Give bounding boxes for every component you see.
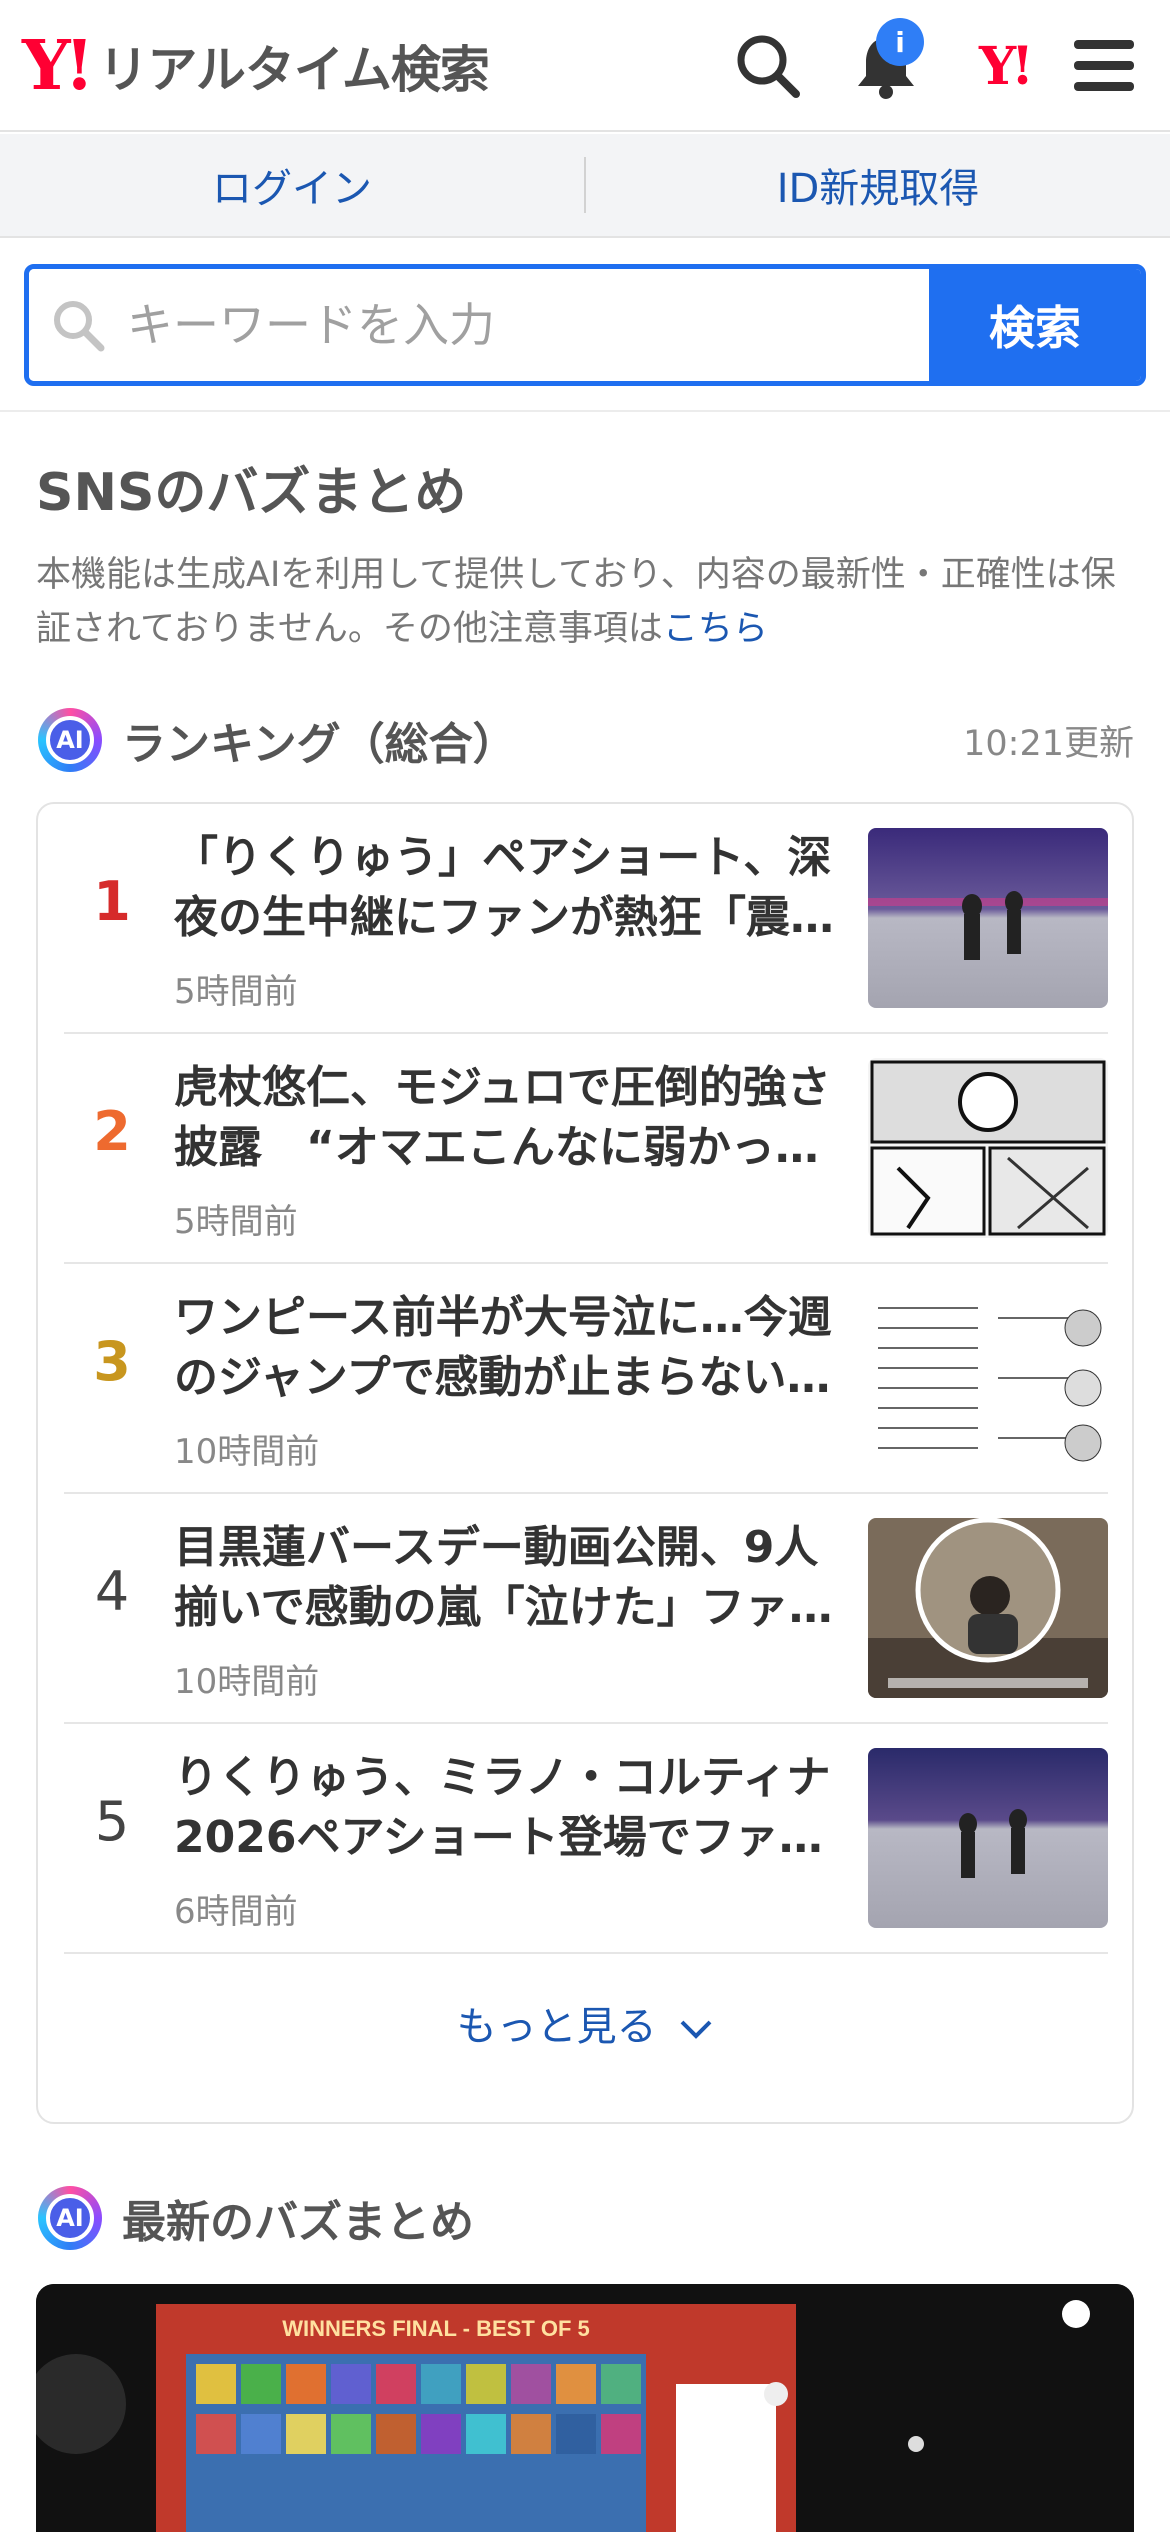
ranking-item-title[interactable]: りくりゅう、ミラノ・コルティナ2026ペアショート登場でファ… xyxy=(174,1748,854,1868)
rank-number: 2 xyxy=(93,1100,131,1163)
ranking-item[interactable]: 5 りくりゅう、ミラノ・コルティナ2026ペアショート登場でファ… 6時間前 xyxy=(64,1724,1108,1954)
ranking-thumbnail-skating[interactable] xyxy=(868,828,1108,1008)
ranking-item[interactable]: 2 虎杖悠仁、モジュロで圧倒的強さ披露 “オマエこんなに弱かっ… 5時間前 xyxy=(64,1034,1108,1264)
ranking-title: ランキング（総合） xyxy=(122,719,517,770)
ranking-item-time: 10時間前 xyxy=(174,1432,320,1472)
ranking-thumbnail-manga[interactable] xyxy=(868,1058,1108,1238)
yahoo-mini-mark: Y! xyxy=(979,35,1034,97)
show-more-button[interactable]: もっと見る xyxy=(38,1994,1132,2052)
yahoo-logo-mark: Y! xyxy=(22,26,94,106)
ai-icon-label: AI xyxy=(46,716,94,764)
chevron-down-icon xyxy=(680,2020,712,2039)
search-input[interactable] xyxy=(127,298,929,352)
ranking-thumbnail-jump-contents[interactable] xyxy=(868,1288,1108,1468)
ranking-thumbnail-birthday-video[interactable] xyxy=(868,1518,1108,1698)
ranking-card: 1 「りくりゅう」ペアショート、深夜の生中継にファンが熱狂「震… 5時間前 2 … xyxy=(36,802,1134,2124)
search-button[interactable]: 検索 xyxy=(929,269,1141,381)
register-id-link[interactable]: ID新規取得 xyxy=(586,156,1170,214)
rank-number: 4 xyxy=(94,1560,130,1623)
yahoo-home-icon[interactable]: Y! xyxy=(966,28,1042,104)
search-field-icon xyxy=(29,298,127,352)
ranking-updated-time: 10:21更新 xyxy=(963,723,1134,764)
rank-number: 3 xyxy=(93,1330,131,1393)
rank-number: 1 xyxy=(93,870,131,933)
ranking-item[interactable]: 3 ワンピース前半が大号泣に…今週のジャンプで感動が止まらない… 10時間前 xyxy=(64,1264,1108,1494)
show-more-label: もっと見る xyxy=(456,2004,657,2050)
ai-icon: AI xyxy=(38,708,102,772)
app-header: Y! リアルタイム検索 i Y! xyxy=(0,0,1170,132)
section-divider xyxy=(0,410,1170,412)
latest-title: 最新のバズまとめ xyxy=(122,2197,474,2248)
hamburger-menu-icon[interactable] xyxy=(1066,28,1142,104)
account-bar: ログイン ID新規取得 xyxy=(0,134,1170,238)
hero-caption: WINNERS FINAL - BEST OF 5 xyxy=(282,2316,590,2341)
ranking-item[interactable]: 1 「りくりゅう」ペアショート、深夜の生中継にファンが熱狂「震… 5時間前 xyxy=(64,804,1108,1034)
ranking-item-title[interactable]: 虎杖悠仁、モジュロで圧倒的強さ披露 “オマエこんなに弱かっ… xyxy=(174,1058,854,1178)
logo-text: リアルタイム検索 xyxy=(98,41,489,99)
ranking-item-time: 5時間前 xyxy=(174,1202,298,1242)
ranking-item-time: 10時間前 xyxy=(174,1662,320,1702)
ranking-item-title[interactable]: 目黒蓮バースデー動画公開、9人揃いで感動の嵐「泣けた」ファ… xyxy=(174,1518,854,1638)
ai-icon-label: AI xyxy=(46,2194,94,2242)
search-icon[interactable] xyxy=(730,28,806,104)
disclaimer-text: 本機能は生成AIを利用して提供しており、内容の最新性・正確性は保証されておりませ… xyxy=(36,555,1116,649)
notification-bell-icon[interactable]: i xyxy=(848,18,924,104)
ranking-item-title[interactable]: ワンピース前半が大号泣に…今週のジャンプで感動が止まらない… xyxy=(174,1288,854,1408)
ranking-header: AI ランキング（総合） 10:21更新 xyxy=(38,708,1134,772)
login-link[interactable]: ログイン xyxy=(0,156,584,214)
ranking-item-time: 5時間前 xyxy=(174,972,298,1012)
search-form: 検索 xyxy=(24,264,1146,386)
ranking-thumbnail-skating[interactable] xyxy=(868,1748,1108,1928)
ranking-item[interactable]: 4 目黒蓮バースデー動画公開、9人揃いで感動の嵐「泣けた」ファ… 10時間前 xyxy=(64,1494,1108,1724)
latest-header: AI 最新のバズまとめ xyxy=(38,2186,474,2250)
section-title: SNSのバズまとめ xyxy=(36,463,467,523)
disclaimer-note: 本機能は生成AIを利用して提供しており、内容の最新性・正確性は保証されておりませ… xyxy=(36,548,1136,656)
ranking-item-time: 6時間前 xyxy=(174,1892,298,1932)
notification-badge: i xyxy=(876,18,924,66)
latest-hero-image[interactable]: WINNERS FINAL - BEST OF 5 xyxy=(36,2284,1134,2532)
ai-icon: AI xyxy=(38,2186,102,2250)
yahoo-realtime-logo[interactable]: Y! リアルタイム検索 xyxy=(22,26,490,106)
rank-number: 5 xyxy=(94,1790,130,1853)
ranking-item-title[interactable]: 「りくりゅう」ペアショート、深夜の生中継にファンが熱狂「震… xyxy=(174,828,854,948)
disclaimer-link[interactable]: こちら xyxy=(663,609,768,649)
search-field-wrapper xyxy=(29,269,929,381)
